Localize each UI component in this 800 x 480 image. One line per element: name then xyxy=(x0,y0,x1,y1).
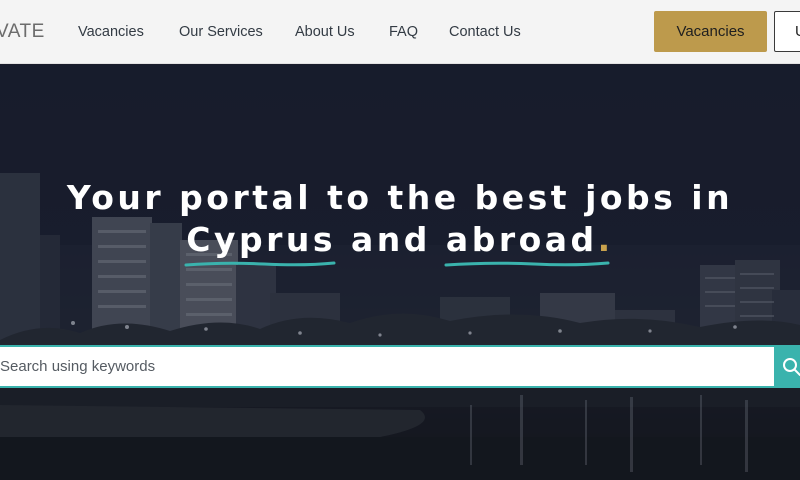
hero-dark-overlay xyxy=(0,65,800,480)
headline-accent-dot: . xyxy=(597,220,614,259)
search-bar xyxy=(0,345,800,388)
nav-link-contact-us[interactable]: Contact Us xyxy=(449,23,521,41)
headline-line-2: Cyprus and abroad. xyxy=(0,219,800,267)
brush-underline-cyprus xyxy=(184,261,336,267)
search-icon xyxy=(783,358,800,376)
vacancies-button[interactable]: Vacancies xyxy=(654,11,767,52)
hero-section: Your portal to the best jobs in Cyprus a… xyxy=(0,65,800,480)
nav-link-vacancies[interactable]: Vacancies xyxy=(78,23,144,41)
site-logo[interactable]: VATE xyxy=(0,21,49,43)
search-input[interactable] xyxy=(0,345,775,388)
logo-text: VATE xyxy=(0,21,45,42)
headline-line-1: Your portal to the best jobs in xyxy=(66,178,734,217)
nav-link-faq[interactable]: FAQ xyxy=(389,23,418,41)
hero-headline: Your portal to the best jobs in Cyprus a… xyxy=(0,177,800,267)
headline-and: and xyxy=(336,220,446,259)
headline-word-cyprus: Cyprus xyxy=(184,219,336,267)
nav-link-about-us[interactable]: About Us xyxy=(295,23,355,41)
secondary-header-button[interactable]: U xyxy=(774,11,800,52)
site-header: VATE Vacancies Our Services About Us FAQ… xyxy=(0,0,800,64)
headline-word-abroad: abroad xyxy=(444,219,610,267)
nav-link-our-services[interactable]: Our Services xyxy=(179,23,263,41)
search-button[interactable] xyxy=(774,345,800,388)
brush-underline-abroad xyxy=(444,261,610,267)
